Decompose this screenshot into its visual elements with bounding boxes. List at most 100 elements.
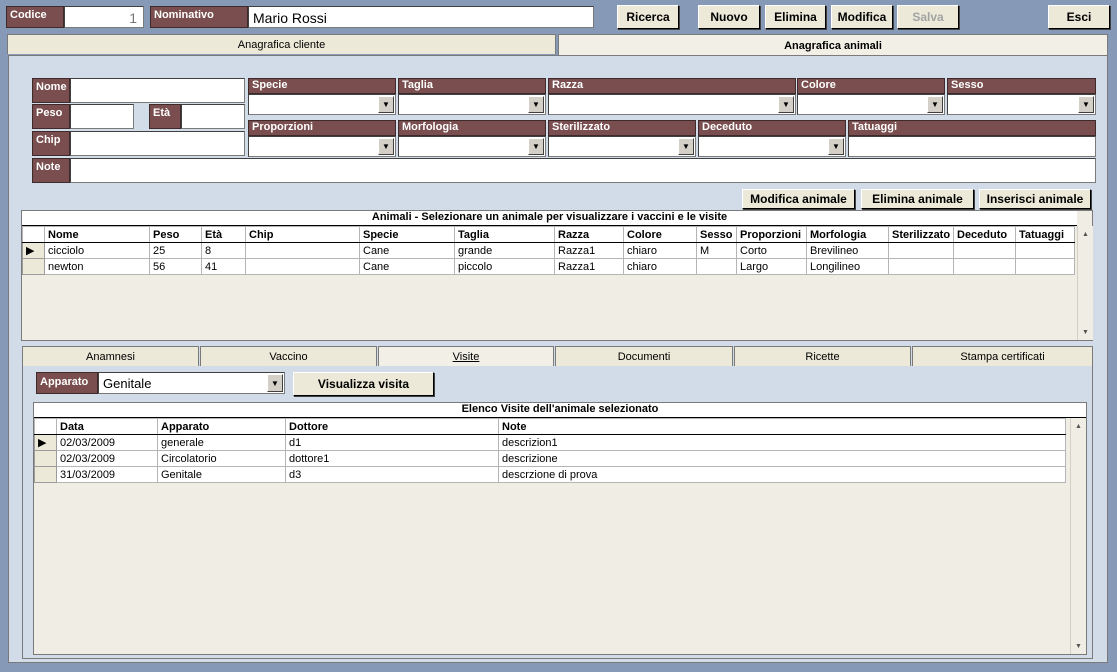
table-row[interactable]: ▶ cicciolo 25 8 Cane grande Razza1 chiar… <box>22 242 1075 259</box>
tatuaggi-field[interactable] <box>848 136 1096 157</box>
peso-field[interactable] <box>70 104 134 129</box>
table-cell[interactable]: 31/03/2009 <box>56 466 158 483</box>
table-cell[interactable]: 02/03/2009 <box>56 434 158 451</box>
chip-field[interactable] <box>70 131 245 156</box>
chevron-down-icon[interactable]: ▼ <box>927 96 943 113</box>
chevron-down-icon[interactable]: ▼ <box>1078 96 1094 113</box>
row-selector[interactable] <box>34 466 57 483</box>
table-cell[interactable]: Genitale <box>157 466 286 483</box>
column-header[interactable]: Colore <box>623 226 697 243</box>
elimina-button[interactable]: Elimina <box>765 5 826 29</box>
tab-documenti[interactable]: Documenti <box>555 346 733 366</box>
proporzioni-combo[interactable]: ▼ <box>248 136 396 157</box>
column-header[interactable]: Morfologia <box>806 226 889 243</box>
table-cell[interactable]: Cane <box>359 242 455 259</box>
table-cell[interactable]: grande <box>454 242 555 259</box>
nome-field[interactable] <box>70 78 245 103</box>
table-cell[interactable]: M <box>696 242 737 259</box>
scroll-up-icon[interactable]: ▲ <box>1071 418 1086 434</box>
tab-anamnesi[interactable]: Anamnesi <box>22 346 199 366</box>
sterilizzato-combo[interactable]: ▼ <box>548 136 696 157</box>
table-cell[interactable]: Corto <box>736 242 807 259</box>
chevron-down-icon[interactable]: ▼ <box>828 138 844 155</box>
column-header[interactable]: Dottore <box>285 418 499 435</box>
table-cell[interactable]: piccolo <box>454 258 555 275</box>
table-cell[interactable]: cicciolo <box>44 242 150 259</box>
visualizza-visita-button[interactable]: Visualizza visita <box>293 372 434 396</box>
chevron-down-icon[interactable]: ▼ <box>267 374 283 392</box>
table-cell[interactable]: generale <box>157 434 286 451</box>
chevron-down-icon[interactable]: ▼ <box>378 96 394 113</box>
inserisci-animale-button[interactable]: Inserisci animale <box>979 189 1091 209</box>
table-cell[interactable]: 56 <box>149 258 202 275</box>
table-cell[interactable]: d1 <box>285 434 499 451</box>
row-selector[interactable] <box>34 450 57 467</box>
column-header[interactable]: Razza <box>554 226 624 243</box>
column-header[interactable]: Età <box>201 226 246 243</box>
morfologia-combo[interactable]: ▼ <box>398 136 546 157</box>
chevron-down-icon[interactable]: ▼ <box>528 138 544 155</box>
table-cell[interactable] <box>1015 258 1075 275</box>
column-header[interactable]: Specie <box>359 226 455 243</box>
elimina-animale-button[interactable]: Elimina animale <box>861 189 974 209</box>
row-selector-icon[interactable]: ▶ <box>34 434 57 451</box>
table-cell[interactable]: Largo <box>736 258 807 275</box>
modifica-button[interactable]: Modifica <box>831 5 893 29</box>
table-cell[interactable]: chiaro <box>623 242 697 259</box>
taglia-combo[interactable]: ▼ <box>398 94 546 115</box>
table-cell[interactable]: descrizione <box>498 450 1066 467</box>
table-cell[interactable]: 02/03/2009 <box>56 450 158 467</box>
table-cell[interactable] <box>245 258 360 275</box>
column-header[interactable]: Sterilizzato <box>888 226 954 243</box>
table-row[interactable]: newton 56 41 Cane piccolo Razza1 chiaro … <box>22 258 1075 275</box>
column-header[interactable]: Sesso <box>696 226 737 243</box>
table-cell[interactable]: Cane <box>359 258 455 275</box>
specie-combo[interactable]: ▼ <box>248 94 396 115</box>
table-cell[interactable]: 41 <box>201 258 246 275</box>
table-cell[interactable]: Brevilineo <box>806 242 889 259</box>
chevron-down-icon[interactable]: ▼ <box>378 138 394 155</box>
column-header[interactable]: Peso <box>149 226 202 243</box>
tab-stampa-certificati[interactable]: Stampa certificati <box>912 346 1093 366</box>
table-cell[interactable]: Razza1 <box>554 242 624 259</box>
modifica-animale-button[interactable]: Modifica animale <box>742 189 855 209</box>
chevron-down-icon[interactable]: ▼ <box>528 96 544 113</box>
table-cell[interactable]: d3 <box>285 466 499 483</box>
table-cell[interactable]: newton <box>44 258 150 275</box>
esci-button[interactable]: Esci <box>1048 5 1110 29</box>
table-cell[interactable]: Razza1 <box>554 258 624 275</box>
eta-field[interactable] <box>181 104 245 129</box>
scroll-up-icon[interactable]: ▲ <box>1078 226 1093 242</box>
table-cell[interactable] <box>953 258 1016 275</box>
table-cell[interactable] <box>245 242 360 259</box>
table-cell[interactable] <box>1015 242 1075 259</box>
table-cell[interactable]: chiaro <box>623 258 697 275</box>
colore-combo[interactable]: ▼ <box>797 94 945 115</box>
apparato-combo[interactable]: Genitale ▼ <box>98 372 285 394</box>
nuovo-button[interactable]: Nuovo <box>698 5 760 29</box>
salva-button[interactable]: Salva <box>897 5 959 29</box>
table-cell[interactable]: descrizion1 <box>498 434 1066 451</box>
table-cell[interactable]: 25 <box>149 242 202 259</box>
table-cell[interactable]: 8 <box>201 242 246 259</box>
column-header[interactable]: Data <box>56 418 158 435</box>
table-cell[interactable]: Longilineo <box>806 258 889 275</box>
column-header[interactable]: Apparato <box>157 418 286 435</box>
deceduto-combo[interactable]: ▼ <box>698 136 846 157</box>
column-header[interactable]: Tatuaggi <box>1015 226 1075 243</box>
column-header[interactable]: Deceduto <box>953 226 1016 243</box>
row-selector-icon[interactable]: ▶ <box>22 242 45 259</box>
column-header[interactable]: Chip <box>245 226 360 243</box>
chevron-down-icon[interactable]: ▼ <box>678 138 694 155</box>
column-header[interactable]: Nome <box>44 226 150 243</box>
tab-visite[interactable]: Visite <box>378 346 554 367</box>
table-cell[interactable]: Circolatorio <box>157 450 286 467</box>
table-cell[interactable] <box>696 258 737 275</box>
ricerca-button[interactable]: Ricerca <box>617 5 679 29</box>
tab-vaccino[interactable]: Vaccino <box>200 346 377 366</box>
razza-combo[interactable]: ▼ <box>548 94 796 115</box>
table-row[interactable]: 31/03/2009 Genitale d3 descrzione di pro… <box>34 466 1066 483</box>
table-cell[interactable]: descrzione di prova <box>498 466 1066 483</box>
animali-scrollbar[interactable]: ▲ ▼ <box>1077 226 1093 340</box>
codice-field[interactable]: 1 <box>64 6 144 28</box>
